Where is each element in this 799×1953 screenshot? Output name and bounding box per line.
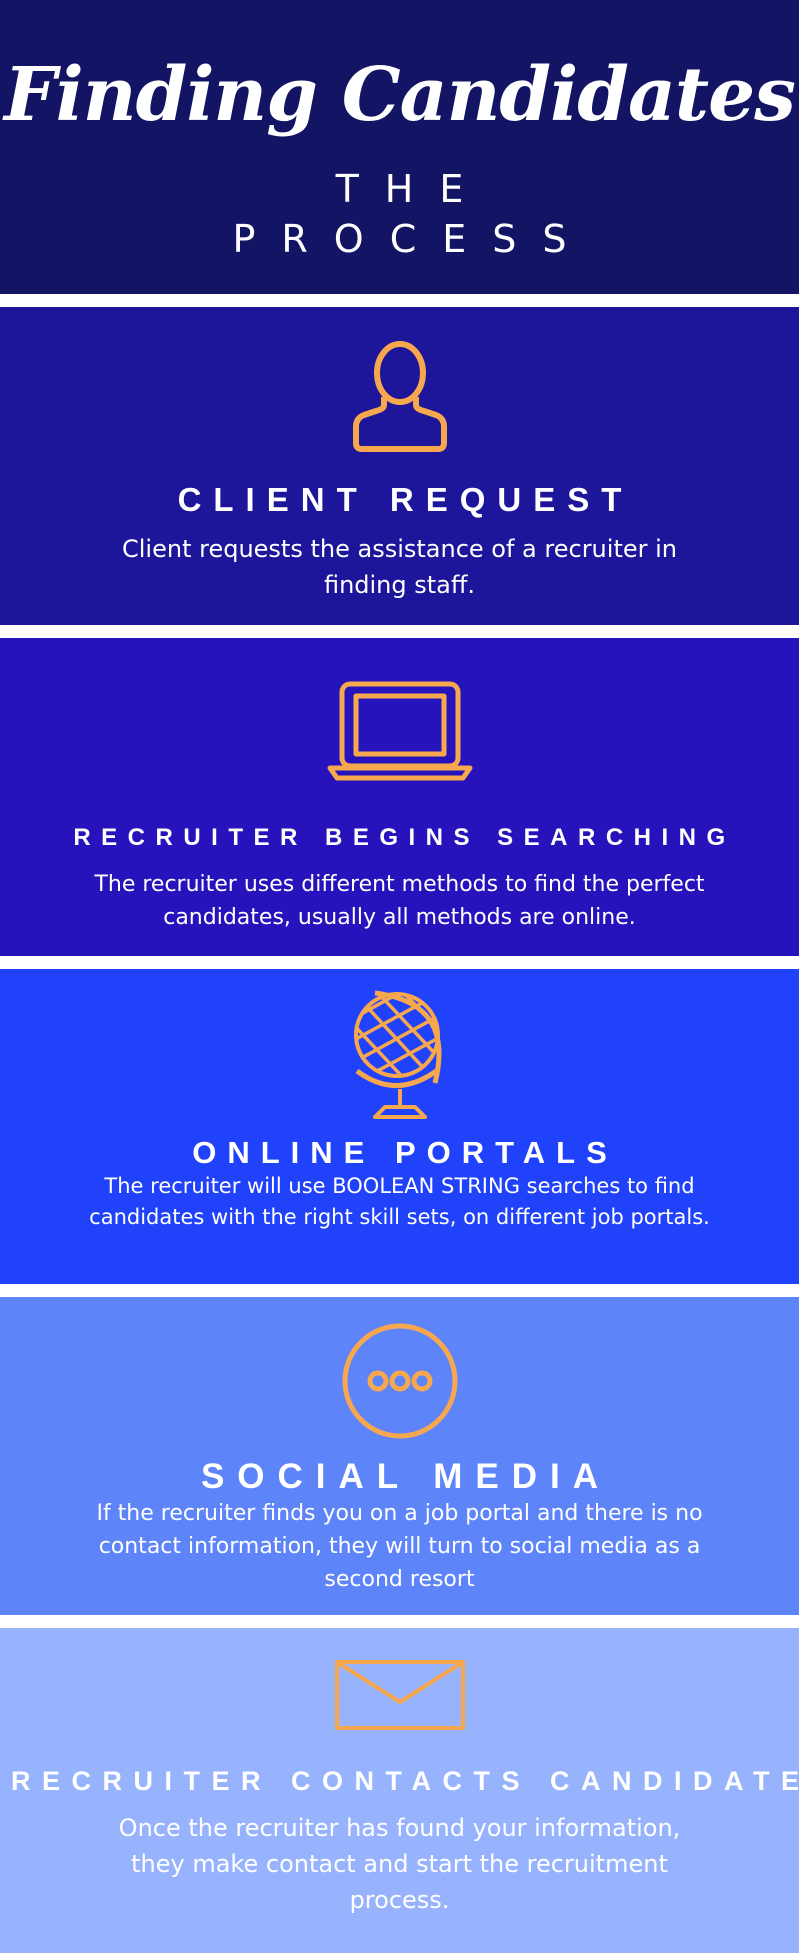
step-title: RECRUITER BEGINS SEARCHING xyxy=(73,824,736,851)
header-banner: Finding Candidates THE PROCESS xyxy=(0,0,799,294)
person-icon xyxy=(350,337,450,457)
step-description: Once the recruiter has found your inform… xyxy=(118,1814,681,1914)
step-online-portals: ONLINE PORTALS The recruiter will use BO… xyxy=(0,969,799,1284)
step-description: Client requests the assistance of a recr… xyxy=(122,535,677,599)
step-description: The recruiter uses different methods to … xyxy=(94,872,705,930)
step-contacts-candidate: RECRUITER CONTACTS CANDIDATE Once the re… xyxy=(0,1628,799,1953)
infographic: Finding Candidates THE PROCESS CLIENT RE… xyxy=(0,0,799,1953)
step-social-media: SOCIAL MEDIA If the recruiter finds you … xyxy=(0,1297,799,1615)
chat-bubble-icon xyxy=(338,1319,462,1443)
step-title: ONLINE PORTALS xyxy=(192,1135,618,1170)
step-recruiter-searching: RECRUITER BEGINS SEARCHING The recruiter… xyxy=(0,638,799,956)
laptop-icon xyxy=(325,678,475,788)
step-client-request: CLIENT REQUEST Client requests the assis… xyxy=(0,307,799,625)
envelope-icon xyxy=(333,1658,467,1732)
step-title: SOCIAL MEDIA xyxy=(200,1457,612,1496)
step-description: The recruiter will use BOOLEAN STRING se… xyxy=(89,1174,710,1229)
step-description: If the recruiter finds you on a job port… xyxy=(96,1501,703,1592)
subtitle-the: THE xyxy=(335,167,490,211)
subtitle-process: PROCESS xyxy=(232,217,593,261)
step-title: CLIENT REQUEST xyxy=(177,481,634,518)
page-title: Finding Candidates xyxy=(4,52,796,138)
step-title: RECRUITER CONTACTS CANDIDATE xyxy=(11,1766,799,1796)
globe-icon xyxy=(345,983,455,1123)
